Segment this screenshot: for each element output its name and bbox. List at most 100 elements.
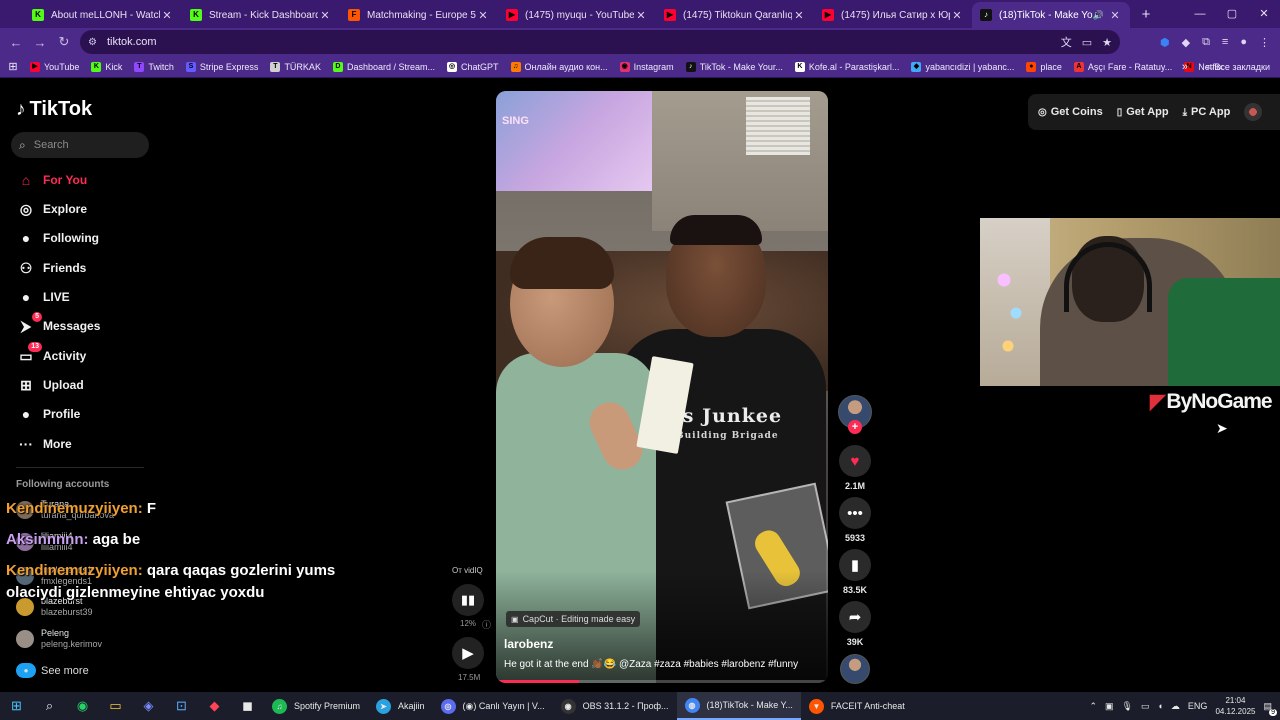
sidebar-item-live[interactable]: ● LIVE (16, 286, 70, 308)
tab-close-icon[interactable]: ✕ (476, 9, 490, 22)
new-tab-button[interactable]: + (1134, 6, 1158, 23)
capcut-anchor[interactable]: ▣ CapCut · Editing made easy (506, 611, 641, 627)
bookmark-item[interactable]: ◆ yabancıdizi | yabanc... (911, 61, 1014, 72)
browser-tab[interactable]: K Stream - Kick Dashboard ✕ (182, 2, 340, 28)
taskbar-search-icon[interactable]: ⌕ (33, 692, 66, 720)
translate-icon[interactable]: 文 (1061, 34, 1072, 50)
file-explorer-icon[interactable]: ▭ (99, 692, 132, 720)
copilot-icon[interactable]: ◈ (132, 692, 165, 720)
video-player[interactable]: SING ess Junkee Building Brigade ▣ CapCu… (496, 91, 828, 683)
all-bookmarks-button[interactable]: ▭ Все закладки (1206, 61, 1270, 72)
extensions-puzzle-icon[interactable]: ⧉ (1202, 36, 1210, 49)
bookmark-item[interactable]: A Aşçı Fare - Ratatuy... (1073, 61, 1172, 72)
get-app-button[interactable]: ▯ Get App (1117, 106, 1169, 118)
vidiq-stats-button[interactable]: ▮▮ (452, 584, 484, 616)
onedrive-icon[interactable]: ☁ (1171, 701, 1180, 712)
taskbar-app[interactable]: ♫ Spotify Premium (264, 692, 368, 720)
video-author[interactable]: larobenz (504, 637, 553, 651)
sidebar-item-activity[interactable]: ▭ 13 Activity (16, 342, 86, 367)
bookmark-item[interactable]: ♪ TikTok - Make Your... (685, 61, 783, 72)
bookmark-item[interactable]: S Stripe Express (185, 61, 258, 72)
tab-close-icon[interactable]: ✕ (318, 9, 332, 22)
tab-close-icon[interactable]: ✕ (160, 9, 174, 22)
clock[interactable]: 21:04 04.12.2025 (1215, 695, 1255, 717)
save-action[interactable]: ▮ 83.5K (838, 549, 872, 595)
following-account[interactable]: Peleng peleng.kerimov (16, 628, 102, 650)
input-language[interactable]: ENG (1188, 701, 1208, 711)
notification-icon[interactable]: ▤ 9 (1263, 701, 1277, 716)
tray-app-icon[interactable]: ▣ (1105, 701, 1114, 712)
tab-close-icon[interactable]: ✕ (634, 9, 648, 22)
browser-tab[interactable]: ▶ (1475) myuqu - YouTube ✕ (498, 2, 656, 28)
volume-icon[interactable]: ◖ (1157, 701, 1162, 711)
bookmark-star-icon[interactable]: ★ (1102, 36, 1112, 49)
tab-audio-icon[interactable]: 🔊 (1093, 10, 1104, 21)
diamond-extension-icon[interactable]: ◆ (1182, 36, 1190, 49)
sidebar-item-for-you[interactable]: ⌂ For You (16, 169, 87, 191)
info-icon[interactable]: ⓘ (482, 618, 491, 631)
get-coins-button[interactable]: ◎ Get Coins (1038, 106, 1103, 118)
close-window-button[interactable]: ✕ (1248, 0, 1280, 28)
tray-chevron-icon[interactable]: ⌃ (1089, 701, 1097, 712)
media-controls-icon[interactable]: ≡ (1222, 36, 1228, 48)
microphone-icon[interactable]: 🎙 (1122, 701, 1133, 712)
taskbar-app[interactable]: ➤ Akajiin (368, 692, 433, 720)
forward-icon[interactable]: → (28, 35, 52, 50)
sidebar-item-messages[interactable]: ⮞ 5 Messages (16, 312, 100, 337)
bookmarks-overflow-icon[interactable]: » (1182, 61, 1188, 73)
red-app-icon[interactable]: ◆ (198, 692, 231, 720)
bookmark-item[interactable]: T TÜRKAK (270, 61, 321, 72)
video-progress-bar[interactable] (496, 680, 828, 683)
tiktok-logo[interactable]: ♪ TikTok (16, 98, 92, 121)
comment-action[interactable]: ••• 5933 (838, 497, 872, 543)
store-icon[interactable]: ⊡ (165, 692, 198, 720)
sidebar-item-more[interactable]: ··· More (16, 433, 72, 455)
taskbar-app[interactable]: ◍ (18)TikTok - Make Y... (676, 692, 801, 720)
sidebar-item-explore[interactable]: ◎ Explore (16, 198, 87, 220)
sidebar-item-profile[interactable]: ● Profile (16, 403, 81, 425)
profile-avatar-icon[interactable]: ● (1240, 36, 1247, 48)
sidebar-item-upload[interactable]: ⊞ Upload (16, 374, 84, 396)
sidebar-item-friends[interactable]: ⚇ Friends (16, 257, 87, 279)
play-button[interactable]: ▶ (452, 637, 484, 669)
shield-extension-icon[interactable]: ⬢ (1160, 36, 1170, 49)
sidebar-item-following[interactable]: ● Following (16, 227, 99, 249)
browser-tab[interactable]: ♪ (18)TikTok - Make Your Day🔊 ✕ (972, 2, 1130, 28)
url-input[interactable]: ⚙ tiktok.com 文 ▭ ★ (80, 30, 1120, 54)
maximize-button[interactable]: ▢ (1216, 0, 1248, 28)
back-icon[interactable]: ← (4, 35, 28, 50)
like-action[interactable]: ♥ 2.1M (838, 445, 872, 491)
taskbar-app[interactable]: ◎ (◉) Canlı Yayın | V... (433, 692, 553, 720)
browser-menu-icon[interactable]: ⋮ (1259, 36, 1270, 49)
pc-app-button[interactable]: ⤓ PC App (1183, 106, 1231, 118)
browser-tab[interactable]: ▶ (1475) Tiktokun Qaranlıq Üzü✕ (656, 2, 814, 28)
bookmark-item[interactable]: ♫ Онлайн аудио кон... (510, 61, 608, 72)
network-icon[interactable]: ▭ (1141, 701, 1150, 712)
minimize-button[interactable]: — (1184, 0, 1216, 28)
bookmark-item[interactable]: ▶ YouTube (30, 61, 79, 72)
whatsapp-icon[interactable]: ◉ (66, 692, 99, 720)
cast-icon[interactable]: ▭ (1082, 36, 1092, 49)
taskbar-app[interactable]: ◉ OBS 31.1.2 - Проф... (553, 692, 677, 720)
bookmark-item[interactable]: ● place (1026, 61, 1062, 72)
windows-start-icon[interactable]: ⊞ (0, 692, 33, 720)
epic-icon[interactable]: ◼ (231, 692, 264, 720)
apps-grid-icon[interactable]: ⊞ (0, 60, 26, 73)
reload-icon[interactable]: ↻ (52, 34, 76, 50)
share-action[interactable]: ➦ 39K (838, 601, 872, 647)
bookmark-item[interactable]: K Kofe.al - Parastişkarl... (794, 61, 899, 72)
search-input[interactable]: ⌕ Search (11, 132, 149, 158)
taskbar-app[interactable]: ▼ FACEIT Anti-cheat (801, 692, 913, 720)
bookmark-item[interactable]: ◎ ChatGPT (447, 61, 499, 72)
user-avatar[interactable] (1244, 103, 1263, 121)
tab-close-icon[interactable]: ✕ (792, 9, 806, 22)
see-more-link[interactable]: ● See more (16, 663, 89, 678)
browser-tab[interactable]: ▶ (1475) Илья Сатир x Юрий Га✕ (814, 2, 972, 28)
browser-tab[interactable]: K About meLLONH - Watch Live✕ (24, 2, 182, 28)
bookmark-item[interactable]: D Dashboard / Stream... (332, 61, 435, 72)
bookmark-item[interactable]: T Twitch (134, 61, 174, 72)
site-info-icon[interactable]: ⚙ (88, 37, 97, 48)
follow-plus-icon[interactable]: + (848, 420, 862, 434)
tab-close-icon[interactable]: ✕ (1108, 9, 1122, 22)
sound-avatar[interactable] (840, 654, 870, 684)
